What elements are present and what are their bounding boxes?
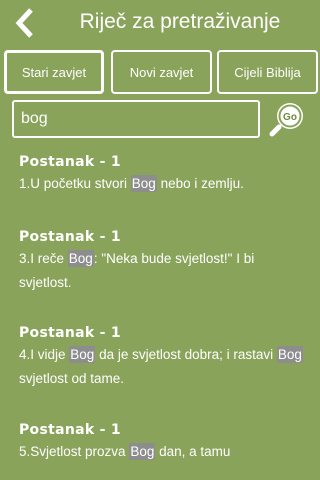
result-text: 3.I reče Bog: "Neka bude svjetlost!" I b… xyxy=(19,250,255,290)
go-label: Go xyxy=(283,112,297,123)
search-highlight: Bog xyxy=(67,250,94,267)
go-search-button[interactable]: Go xyxy=(268,100,306,138)
search-highlight: Bog xyxy=(130,175,157,192)
chevron-left-icon xyxy=(15,8,33,38)
page-title: Riječ za pretraživanje xyxy=(79,10,281,33)
list-item[interactable]: Postanak - 1 1.U početku stvori Bog nebo… xyxy=(19,152,309,196)
result-text: 4.I vidje Bog da je svjetlost dobra; i r… xyxy=(19,346,303,386)
list-item[interactable]: Postanak - 1 4.I vidje Bog da je svjetlo… xyxy=(19,323,309,391)
list-item[interactable]: Postanak - 1 5.Svjetlost prozva Bog dan,… xyxy=(19,420,309,464)
result-text: 5.Svjetlost prozva Bog dan, a tamu xyxy=(19,443,231,460)
tab-whole-bible[interactable]: Cijeli Biblija xyxy=(217,50,318,94)
list-item[interactable]: Postanak - 1 3.I reče Bog: "Neka bude sv… xyxy=(19,227,309,295)
testament-tabs: Stari zavjet Novi zavjet Cijeli Biblija xyxy=(4,50,318,94)
result-reference: Postanak - 1 xyxy=(19,154,121,170)
result-reference: Postanak - 1 xyxy=(19,422,121,438)
result-reference: Postanak - 1 xyxy=(19,325,121,341)
header: Riječ za pretraživanje xyxy=(0,0,320,44)
tab-old-testament[interactable]: Stari zavjet xyxy=(4,50,104,94)
search-highlight: Bog xyxy=(129,443,156,460)
result-reference: Postanak - 1 xyxy=(19,229,121,245)
magnifier-go-icon: Go xyxy=(269,103,303,137)
search-input[interactable] xyxy=(12,100,260,138)
result-text: 1.U početku stvori Bog nebo i zemlju. xyxy=(19,175,244,192)
tab-new-testament[interactable]: Novi zavjet xyxy=(111,50,212,94)
search-highlight: Bog xyxy=(276,346,303,363)
search-highlight: Bog xyxy=(69,346,96,363)
back-button[interactable] xyxy=(10,6,40,40)
